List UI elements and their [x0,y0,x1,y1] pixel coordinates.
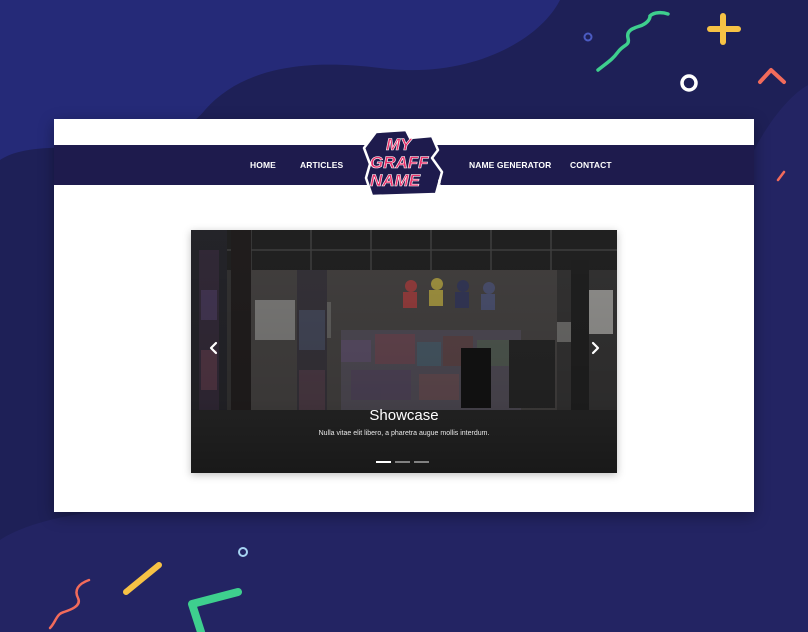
nav-home-link[interactable]: HOME [250,145,276,185]
carousel-indicator-3[interactable] [414,461,429,463]
carousel-prev-button[interactable] [207,340,221,356]
green-squiggle-icon [596,10,670,72]
nav-name-generator-link[interactable]: NAME GENERATOR [469,145,551,185]
site-logo[interactable]: MY GRAFF NAME .com [362,128,446,198]
website-mockup: HOME ARTICLES NAME GENERATOR CONTACT MY … [54,119,754,512]
white-ring-icon [680,74,698,92]
logo-tag: .com [437,179,443,190]
carousel-caption-text: Nulla vitae elit libero, a pharetra augu… [318,430,490,437]
logo-line2: GRAFF [370,153,429,172]
chevron-left-icon [209,341,218,355]
coral-dash-icon [776,170,786,182]
small-ring-icon [583,32,593,42]
green-corner-icon [188,588,242,632]
light-ring-icon [238,547,248,557]
coral-squiggle-icon [48,578,91,630]
carousel-indicator-2[interactable] [395,461,410,463]
carousel-indicator-1[interactable] [376,461,391,463]
nav-articles-link[interactable]: ARTICLES [300,145,343,185]
carousel-indicators [376,461,429,463]
logo-line3: NAME [370,171,421,190]
chevron-right-icon [591,341,600,355]
hero-carousel[interactable]: Showcase Nulla vitae elit libero, a phar… [191,230,617,473]
carousel-next-button[interactable] [588,340,602,356]
plus-icon [707,13,741,45]
carousel-caption-title: Showcase [369,407,439,424]
coral-chevron-icon [758,68,786,84]
nav-contact-link[interactable]: CONTACT [570,145,612,185]
logo-line1: MY [386,135,413,154]
yellow-dash-icon [123,562,162,595]
